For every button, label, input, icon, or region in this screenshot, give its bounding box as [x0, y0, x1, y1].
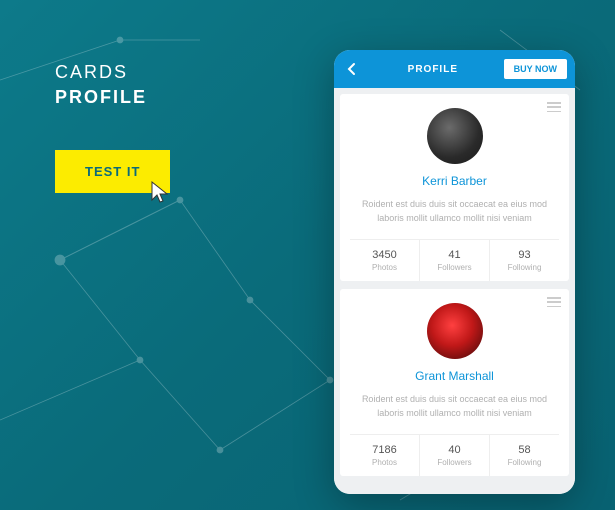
profile-bio: Roident est duis duis sit occaecat ea ei… — [350, 393, 559, 434]
phone-mockup: PROFILE BUY NOW Kerri Barber Roident est… — [334, 50, 575, 494]
test-it-button[interactable]: TEST IT — [55, 150, 170, 193]
stats-row: 7186 Photos 40 Followers 58 Following — [350, 434, 559, 476]
stat-photos[interactable]: 7186 Photos — [350, 435, 419, 476]
heading-line1: CARDS — [55, 62, 147, 83]
stat-value: 58 — [490, 444, 559, 456]
hamburger-icon[interactable] — [547, 102, 561, 112]
buy-now-button[interactable]: BUY NOW — [504, 59, 567, 79]
profile-bio: Roident est duis duis sit occaecat ea ei… — [350, 198, 559, 239]
stats-row: 3450 Photos 41 Followers 93 Following — [350, 239, 559, 281]
stat-value: 93 — [490, 249, 559, 261]
stat-label: Photos — [350, 263, 419, 272]
card-list[interactable]: Kerri Barber Roident est duis duis sit o… — [334, 88, 575, 494]
stat-following[interactable]: 93 Following — [489, 240, 559, 281]
stat-photos[interactable]: 3450 Photos — [350, 240, 419, 281]
profile-card: Kerri Barber Roident est duis duis sit o… — [340, 94, 569, 281]
back-button[interactable] — [342, 59, 362, 79]
stat-value: 41 — [420, 249, 489, 261]
stat-label: Followers — [420, 263, 489, 272]
profile-name: Grant Marshall — [350, 369, 559, 383]
stat-followers[interactable]: 41 Followers — [419, 240, 489, 281]
stat-label: Following — [490, 263, 559, 272]
stat-value: 7186 — [350, 444, 419, 456]
page-heading: CARDS PROFILE — [55, 62, 147, 108]
hamburger-icon[interactable] — [547, 297, 561, 307]
stat-followers[interactable]: 40 Followers — [419, 435, 489, 476]
stat-label: Photos — [350, 458, 419, 467]
stat-label: Following — [490, 458, 559, 467]
stat-following[interactable]: 58 Following — [489, 435, 559, 476]
heading-line2: PROFILE — [55, 87, 147, 108]
stat-value: 40 — [420, 444, 489, 456]
avatar — [427, 303, 483, 359]
avatar — [427, 108, 483, 164]
profile-card: Grant Marshall Roident est duis duis sit… — [340, 289, 569, 476]
appbar-title: PROFILE — [362, 64, 504, 75]
profile-name: Kerri Barber — [350, 174, 559, 188]
app-bar: PROFILE BUY NOW — [334, 50, 575, 88]
stat-label: Followers — [420, 458, 489, 467]
arrow-left-icon — [345, 62, 359, 76]
stat-value: 3450 — [350, 249, 419, 261]
